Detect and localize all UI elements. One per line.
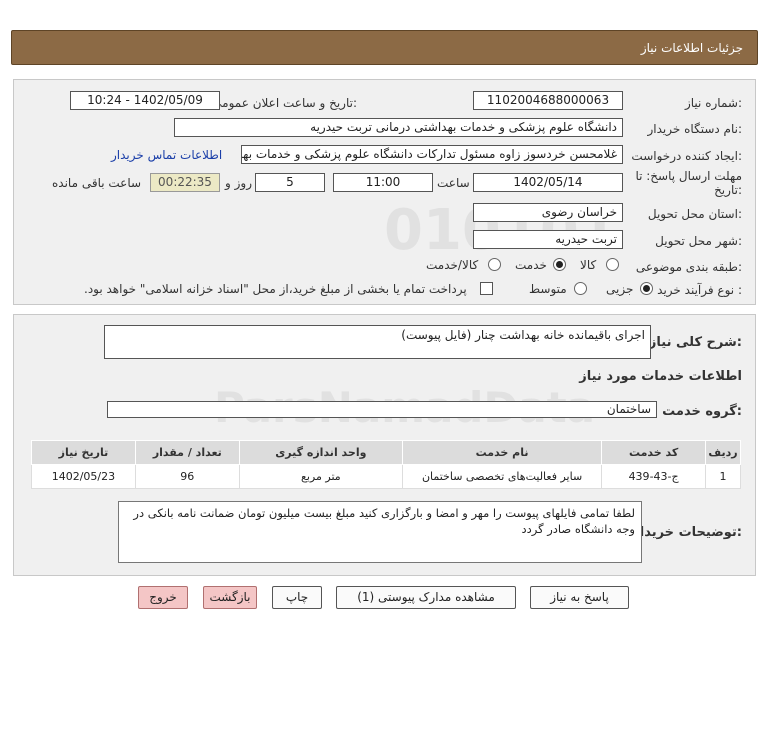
summary-label: شرح کلی نیاز:: [648, 335, 742, 350]
deadline-date-label: تاریخ:: [714, 183, 742, 197]
page-header: جزئیات اطلاعات نیاز: [11, 30, 758, 65]
services-heading: اطلاعات خدمات مورد نیاز: [579, 369, 742, 384]
city-field: تربت حیدریه: [473, 230, 623, 249]
page-title: جزئیات اطلاعات نیاز: [640, 41, 743, 55]
buyer-contact-link[interactable]: اطلاعات تماس خریدار: [111, 148, 222, 162]
deadline-time-field: 11:00: [333, 173, 433, 192]
services-table: ردیف کد خدمت نام خدمت واحد اندازه گیری ت…: [31, 440, 741, 489]
need-number-label: شماره نیاز:: [684, 96, 742, 110]
city-label: شهر محل تحویل:: [655, 234, 742, 248]
announce-field: 1402/05/09 - 10:24: [70, 91, 220, 110]
deadline-date-field: 1402/05/14: [473, 173, 623, 192]
need-info-panel: 010101 شماره نیاز: 1102004688000063 تاری…: [13, 79, 756, 305]
exit-button[interactable]: خروج: [138, 586, 188, 609]
category-radio-goods[interactable]: [606, 258, 619, 271]
col-header-quantity: تعداد / مقدار: [134, 440, 240, 465]
remaining-time-field: 00:22:35: [150, 173, 220, 192]
cell-service-name: سایر فعالیت‌های تخصصی ساختمان: [401, 464, 603, 489]
col-header-service-name: نام خدمت: [401, 440, 603, 465]
process-label: نوع فرآیند خرید :: [657, 283, 742, 297]
province-field: خراسان رضوی: [473, 203, 623, 222]
need-number-field: 1102004688000063: [473, 91, 623, 110]
table-header-row: ردیف کد خدمت نام خدمت واحد اندازه گیری ت…: [31, 440, 741, 465]
province-label: استان محل تحویل:: [647, 207, 742, 221]
cell-quantity: 96: [134, 464, 240, 489]
buyer-notes-label: توضیحات خریدار:: [632, 525, 742, 540]
category-option-goods: کالا: [580, 258, 597, 272]
table-row: 1 ج-43-439 سایر فعالیت‌های تخصصی ساختمان…: [31, 464, 741, 489]
cell-need-date: 1402/05/23: [31, 464, 136, 489]
treasury-payment-note: پرداخت تمام یا بخشی از مبلغ خرید،از محل …: [84, 282, 467, 296]
category-option-goods-service: کالا/خدمت: [426, 258, 479, 272]
summary-field: اجرای باقیمانده خانه بهداشت چنار (فایل پ…: [104, 325, 651, 359]
print-button[interactable]: چاپ: [272, 586, 322, 609]
col-header-unit: واحد اندازه گیری: [238, 440, 403, 465]
deadline-time-label: ساعت: [437, 176, 470, 190]
col-header-need-date: تاریخ نیاز: [31, 440, 136, 465]
process-radio-medium[interactable]: [574, 282, 587, 295]
cell-unit: متر مربع: [238, 464, 403, 489]
process-option-minor: جزیی: [606, 282, 634, 296]
announce-label: تاریخ و ساعت اعلان عمومی:: [212, 96, 357, 110]
cell-row-number: 1: [705, 464, 741, 489]
category-option-service: خدمت: [515, 258, 547, 272]
attachments-button[interactable]: مشاهده مدارک پیوستی (1): [336, 586, 516, 609]
buyer-notes-field: لطفا تمامی فایلهای پیوست را مهر و امضا و…: [118, 501, 642, 563]
category-radio-service[interactable]: [553, 258, 566, 271]
process-option-medium: متوسط: [529, 282, 567, 296]
back-button[interactable]: بازگشت: [203, 586, 257, 609]
service-group-field: ساختمان: [107, 401, 657, 418]
creator-field: غلامحسن خردسوز زاوه مسئول تدارکات دانشگا…: [241, 145, 623, 164]
days-field: 5: [255, 173, 325, 192]
buyer-org-field: دانشگاه علوم پزشکی و خدمات بهداشتی درمان…: [174, 118, 623, 137]
need-details-panel: ParsNamadData شرح کلی نیاز: اجرای باقیما…: [13, 314, 756, 576]
buyer-org-label: نام دستگاه خریدار:: [647, 122, 743, 136]
col-header-service-code: کد خدمت: [601, 440, 707, 465]
process-radio-minor[interactable]: [640, 282, 653, 295]
category-radio-goods-service[interactable]: [488, 258, 501, 271]
category-label: طبقه بندی موضوعی:: [635, 260, 742, 274]
deadline-label: مهلت ارسال پاسخ: تا: [635, 169, 742, 183]
col-header-row-number: ردیف: [705, 440, 741, 465]
days-label: روز و: [225, 176, 252, 190]
treasury-payment-checkbox[interactable]: [480, 282, 493, 295]
service-group-label: گروه خدمت:: [662, 404, 742, 419]
reply-button[interactable]: پاسخ به نیاز: [530, 586, 629, 609]
creator-label: ایجاد کننده درخواست:: [631, 149, 742, 163]
cell-service-code: ج-43-439: [601, 464, 707, 489]
remaining-label: ساعت باقی مانده: [52, 176, 142, 190]
